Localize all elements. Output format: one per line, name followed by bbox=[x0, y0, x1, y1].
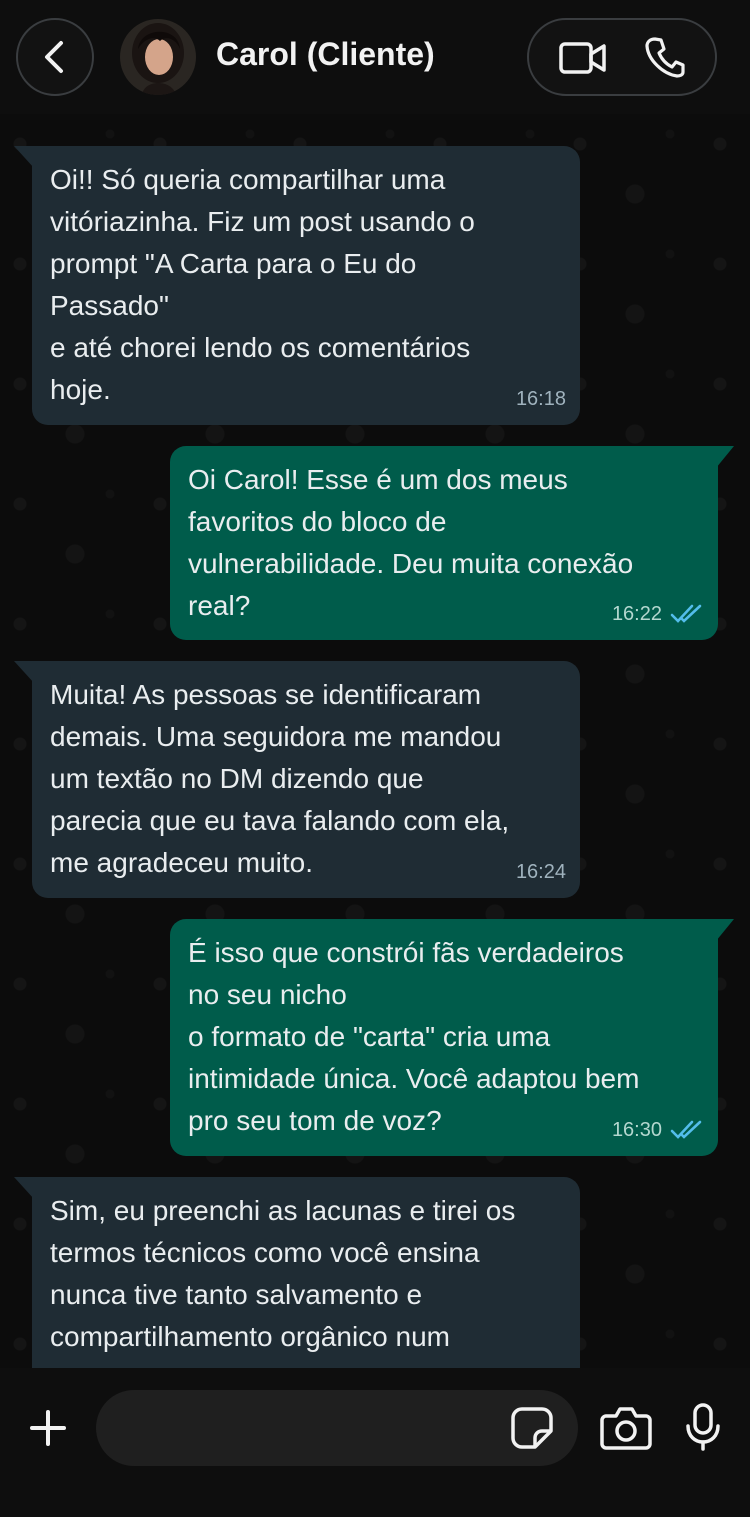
bubble-tail bbox=[716, 446, 734, 468]
message-list[interactable]: Oi!! Só queria compartilhar uma vitóriaz… bbox=[0, 114, 750, 1368]
message-time: 16:24 bbox=[515, 861, 566, 883]
message-bubble-incoming[interactable]: Oi!! Só queria compartilhar uma vitóriaz… bbox=[32, 146, 580, 425]
message-bubble-incoming[interactable]: Muita! As pessoas se identificaram demai… bbox=[32, 661, 580, 898]
microphone-icon[interactable] bbox=[684, 1402, 722, 1452]
message-input[interactable] bbox=[96, 1390, 578, 1466]
video-camera-icon bbox=[559, 42, 606, 74]
message-time: 16:30 bbox=[611, 1119, 662, 1141]
plus-icon[interactable] bbox=[28, 1408, 68, 1448]
phone-icon bbox=[645, 37, 685, 78]
double-check-icon bbox=[670, 604, 702, 623]
bubble-tail bbox=[14, 146, 34, 168]
message-text: Muita! As pessoas se identificaram demai… bbox=[50, 679, 510, 878]
message-time: 16:22 bbox=[611, 603, 662, 625]
message-time: 16:18 bbox=[515, 388, 566, 410]
bubble-tail bbox=[716, 919, 734, 941]
back-button[interactable] bbox=[16, 18, 94, 96]
message-text: É isso que constrói fãs verdadeiros no s… bbox=[188, 937, 640, 1136]
video-call-button[interactable] bbox=[559, 37, 607, 79]
avatar[interactable] bbox=[120, 19, 196, 95]
contact-name[interactable]: Carol (Cliente) bbox=[216, 36, 435, 73]
message-meta: 16:22 bbox=[612, 602, 704, 626]
camera-icon[interactable] bbox=[600, 1404, 652, 1450]
call-actions bbox=[527, 18, 717, 96]
message-bubble-incoming[interactable]: Sim, eu preenchi as lacunas e tirei os t… bbox=[32, 1177, 580, 1368]
message-bubble-outgoing[interactable]: É isso que constrói fãs verdadeiros no s… bbox=[170, 919, 718, 1156]
message-text: Sim, eu preenchi as lacunas e tirei os t… bbox=[50, 1195, 516, 1368]
composer-bar bbox=[0, 1368, 750, 1517]
message-text: Oi!! Só queria compartilhar uma vitóriaz… bbox=[50, 164, 475, 405]
message-bubble-outgoing[interactable]: Oi Carol! Esse é um dos meus favoritos d… bbox=[170, 446, 718, 640]
voice-call-button[interactable] bbox=[643, 34, 687, 80]
bubble-tail bbox=[14, 1177, 34, 1199]
back-arrow-icon bbox=[45, 41, 63, 73]
message-meta: 16:18 bbox=[516, 387, 566, 411]
chat-header: Carol (Cliente) bbox=[0, 0, 750, 114]
message-meta: 16:24 bbox=[516, 860, 566, 884]
message-meta: 16:30 bbox=[612, 1118, 704, 1142]
bubble-tail bbox=[14, 661, 34, 683]
sticker-icon[interactable] bbox=[510, 1406, 554, 1450]
double-check-icon bbox=[670, 1120, 702, 1139]
